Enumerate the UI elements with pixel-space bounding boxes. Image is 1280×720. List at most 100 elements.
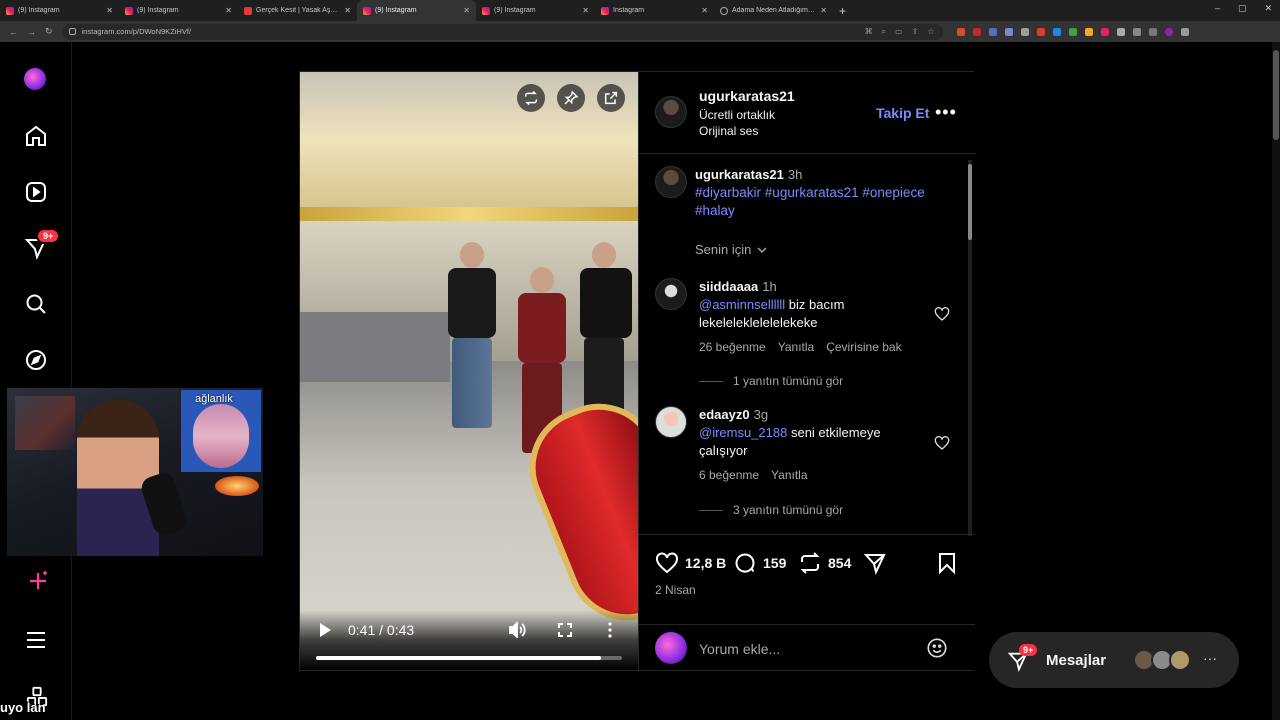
close-tab-icon[interactable]: ✕ [701,6,708,15]
follow-button[interactable]: Takip Et [876,105,929,121]
url-input[interactable]: instagram.com/p/DWoN9KZiHVf/ ⌘ ⌕ ▭ ⇪ ☆ [62,23,943,40]
like-button[interactable]: 12,8 B [655,551,726,575]
caption-username[interactable]: ugurkaratas21 [695,167,784,182]
comment-likes[interactable]: 26 beğenme [699,340,766,354]
create-icon[interactable] [26,569,50,598]
more-menu-icon[interactable] [24,628,48,657]
hashtag-link[interactable]: #ugurkaratas21 [765,185,859,200]
explore-icon[interactable] [22,346,50,374]
close-tab-icon[interactable]: ✕ [344,6,351,15]
comment-username[interactable]: edaayz0 [699,407,750,422]
avatar[interactable] [655,96,687,128]
reply-button[interactable]: Yanıtla [778,340,814,354]
install-icon[interactable]: ▭ [895,27,903,37]
extension-icon[interactable] [988,27,997,36]
bookmark-star-icon[interactable]: ☆ [927,27,934,37]
close-tab-icon[interactable]: ✕ [820,6,827,15]
forward-icon[interactable]: → [27,27,36,37]
comment-input[interactable]: Yorum ekle... [639,624,975,670]
comments-scrollbar[interactable] [968,160,972,536]
translate-icon[interactable]: ⌘ [865,27,873,37]
extension-icon[interactable] [1004,27,1013,36]
extension-icon[interactable] [1036,27,1045,36]
browser-tab-active[interactable]: (9) Instagram ✕ [357,0,476,21]
extension-icon[interactable] [956,27,965,36]
extension-icon[interactable] [1020,27,1029,36]
comment-sort-dropdown[interactable]: Senin için [695,242,767,257]
download-icon[interactable] [1132,27,1141,36]
like-comment-icon[interactable] [934,306,950,327]
share-icon[interactable]: ⇪ [912,27,919,37]
reply-button[interactable]: Yanıtla [771,468,807,482]
view-replies-button[interactable]: 3 yanıtın tümünü gör [699,503,843,517]
mention-link[interactable]: @asminnsellllll [699,297,785,312]
browser-tab[interactable]: Gerçek Kesit | Yasak Aşk - YouTube✕ [238,0,357,21]
extension-icon[interactable] [1052,27,1061,36]
reload-icon[interactable]: ↻ [45,26,53,37]
paid-partnership-label[interactable]: Ücretli ortaklık [699,108,775,122]
hashtag-link[interactable]: #diyarbakir [695,185,761,200]
avatar[interactable] [655,166,687,198]
mention-link[interactable]: @iremsu_2188 [699,425,787,440]
save-button[interactable] [935,551,965,575]
profile-avatar-icon[interactable] [1164,27,1173,36]
video-progress-bar[interactable] [316,656,622,660]
zoom-icon[interactable]: ⌕ [882,27,886,37]
repost-overlay-button[interactable] [517,84,545,112]
site-info-icon[interactable] [68,28,76,35]
messages-icon[interactable]: 9+ [22,228,61,262]
repost-button[interactable]: 854 [798,551,851,575]
open-external-button[interactable] [597,84,625,112]
play-icon[interactable] [318,622,332,643]
new-tab-button[interactable]: + [839,4,846,18]
reels-icon[interactable] [22,178,50,206]
reading-list-icon[interactable] [1148,27,1157,36]
extension-icon[interactable] [1100,27,1109,36]
messages-button[interactable]: 9+ Mesajlar ··· [989,632,1239,688]
search-icon[interactable] [22,290,50,318]
browser-tab[interactable]: (9) Instagram ✕ [476,0,595,21]
extension-icon[interactable] [1084,27,1093,36]
fullscreen-icon[interactable] [558,623,572,642]
page-scrollbar[interactable] [1272,42,1280,720]
audio-label[interactable]: Orijinal ses [699,124,758,138]
comment-button[interactable]: 159 [733,551,786,575]
reposts-count: 854 [828,555,852,571]
hashtag-link[interactable]: #halay [695,203,735,218]
close-tab-icon[interactable]: ✕ [225,6,232,15]
extension-icon[interactable] [1068,27,1077,36]
emoji-icon[interactable] [926,637,948,664]
close-window-button[interactable]: ✕ [1264,3,1272,14]
video-player[interactable]: 0:41 / 0:43 [300,72,638,670]
browser-tab[interactable]: Adama Neden Atladığımı Sordu✕ [714,0,833,21]
close-tab-icon[interactable]: ✕ [582,6,589,15]
minimize-button[interactable]: – [1215,3,1220,14]
instagram-logo-icon[interactable] [24,68,46,90]
browser-menu-icon[interactable] [1180,27,1189,36]
comment-username[interactable]: siiddaaaa [699,279,758,294]
browser-tab[interactable]: (9) Instagram ✕ [119,0,238,21]
video-more-icon[interactable] [608,622,612,643]
close-tab-icon[interactable]: ✕ [106,6,113,15]
back-icon[interactable]: ← [9,27,18,37]
volume-icon[interactable] [508,620,526,643]
comment-likes[interactable]: 6 beğenme [699,468,759,482]
translate-button[interactable]: Çevirisine bak [826,340,901,354]
avatar[interactable] [655,278,687,310]
more-options-icon[interactable]: ••• [935,102,957,123]
close-tab-icon[interactable]: ✕ [463,6,470,15]
browser-tab[interactable]: Instagram ✕ [595,0,714,21]
hashtag-link[interactable]: #onepiece [862,185,924,200]
avatar[interactable] [655,406,687,438]
maximize-button[interactable]: ▢ [1238,3,1247,14]
home-icon[interactable] [22,122,50,150]
view-replies-button[interactable]: 1 yanıtın tümünü gör [699,374,843,388]
browser-tabbar: (9) Instagram ✕ (9) Instagram ✕ Gerçek Kes… [0,0,1280,21]
like-comment-icon[interactable] [934,435,950,456]
browser-tab[interactable]: (9) Instagram ✕ [0,0,119,21]
extensions-puzzle-icon[interactable] [1116,27,1125,36]
post-username[interactable]: ugurkaratas21 [699,88,795,104]
pin-overlay-button[interactable] [557,84,585,112]
extension-icon[interactable] [972,27,981,36]
share-button[interactable] [863,551,893,575]
